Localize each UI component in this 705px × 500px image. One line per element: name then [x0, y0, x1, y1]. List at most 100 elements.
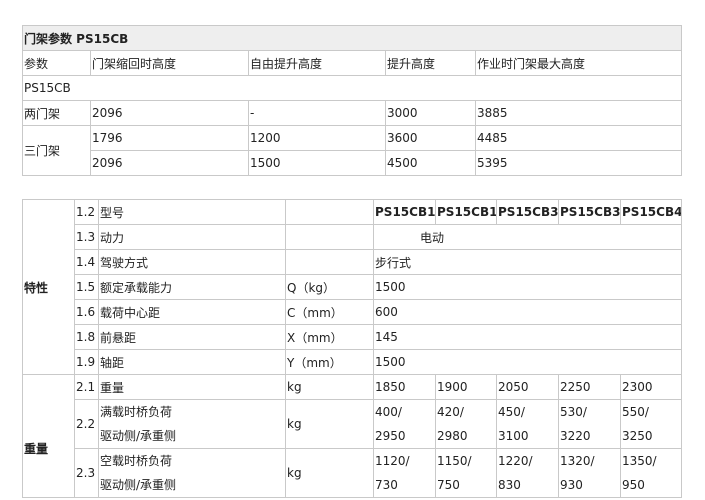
row-item-line: 满载时桥负荷	[100, 405, 173, 419]
cell-line: 950	[622, 478, 645, 492]
cell-line: 930	[560, 478, 583, 492]
row-value: 1500	[373, 274, 682, 300]
cell-line: 3100	[498, 429, 529, 443]
row-unit: kg	[285, 448, 374, 498]
table-cell: 2050	[496, 374, 559, 400]
table-row: 两门架 2096 - 3000 3885	[22, 100, 683, 126]
cell-line: 750	[437, 478, 460, 492]
table-cell: 420/2980	[435, 399, 497, 449]
table-row: 2.3 空载时桥负荷 驱动侧/承重侧 kg 1120/730 1150/750 …	[23, 448, 682, 498]
table-cell: 4500	[385, 150, 476, 176]
model-row: PS15CB	[21, 75, 683, 101]
table-cell: 1796	[90, 125, 249, 151]
group-label-features: 特性	[22, 199, 75, 375]
cell-line: 1350/	[622, 454, 657, 468]
table-cell: 1320/930	[558, 448, 621, 498]
cell-line: 1220/	[498, 454, 533, 468]
cell-line: 530/	[560, 405, 587, 419]
cell-line: 1320/	[560, 454, 595, 468]
table-row: 特性 1.2 型号 PS15CB16 PS15CB18 PS15CB30 PS1…	[22, 199, 682, 375]
row-number: 1.4	[74, 249, 99, 275]
model-cell: PS15CB	[21, 75, 683, 101]
row-value: 步行式	[373, 249, 682, 275]
table-cell: 2096	[90, 100, 249, 126]
table-cell: 4485	[474, 125, 683, 151]
row-value: 1500	[373, 349, 682, 375]
cell-line: 3220	[560, 429, 591, 443]
row-item: 前悬距	[98, 324, 286, 350]
table-row: 1.9 轴距 Y（mm） 1500	[23, 349, 682, 375]
cell-line: 2950	[375, 429, 406, 443]
row-number: 1.2	[74, 199, 99, 225]
row-item: 轴距	[98, 349, 286, 375]
table-cell: 530/3220	[558, 399, 621, 449]
table-cell: 3600	[385, 125, 476, 151]
table-row: 1.8 前悬距 X（mm） 145	[23, 324, 682, 350]
row-number: 1.6	[74, 299, 99, 325]
table-cell: 1900	[435, 374, 497, 400]
header-row: 参数 门架缩回时高度 自由提升高度 提升高度 作业时门架最大高度	[22, 50, 683, 76]
cell-line: 830	[498, 478, 521, 492]
cell-line: 400/	[375, 405, 402, 419]
table-row: 1.4 驾驶方式 步行式	[23, 249, 682, 275]
table-title-row: 门架参数 PS15CB	[21, 25, 683, 51]
model-header: PS15CB16	[373, 199, 436, 225]
group-label-weight: 重量	[22, 374, 75, 498]
table-cell: 2096	[90, 150, 249, 176]
table-cell: 450/3100	[496, 399, 559, 449]
cell-line: 550/	[622, 405, 649, 419]
table-row: 1.6 载荷中心距 C（mm） 600	[23, 299, 682, 325]
row-number: 1.8	[74, 324, 99, 350]
cell-line: 730	[375, 478, 398, 492]
row-item-line: 空载时桥负荷	[100, 454, 173, 468]
row-item: 额定承载能力	[98, 274, 286, 300]
row-value: 电动	[373, 224, 682, 250]
row-item: 动力	[98, 224, 286, 250]
table-cell: 3000	[385, 100, 476, 126]
cell-line: 420/	[437, 405, 464, 419]
table-title: 门架参数 PS15CB	[21, 25, 683, 51]
table-cell: 1350/950	[620, 448, 682, 498]
table-cell: 2250	[558, 374, 621, 400]
row-unit	[285, 249, 374, 275]
row-item-line: 驱动侧/承重侧	[100, 478, 177, 492]
table-cell: 1850	[373, 374, 436, 400]
model-header: PS15CB45	[620, 199, 682, 225]
table-cell: 5395	[474, 150, 683, 176]
table-cell: 550/3250	[620, 399, 682, 449]
row-item: 驾驶方式	[98, 249, 286, 275]
row-label: 三门架	[22, 125, 91, 176]
table-cell: 3885	[474, 100, 683, 126]
cell-line: 1120/	[375, 454, 410, 468]
row-item: 空载时桥负荷 驱动侧/承重侧	[98, 448, 286, 498]
row-number: 2.2	[74, 399, 99, 449]
row-value: 600	[373, 299, 682, 325]
table-row: 1.5 额定承载能力 Q（kg） 1500	[23, 274, 682, 300]
row-unit: X（mm）	[285, 324, 374, 350]
table-row: 2.2 满载时桥负荷 驱动侧/承重侧 kg 400/2950 420/2980 …	[23, 399, 682, 449]
row-item: 重量	[98, 374, 286, 400]
row-item: 载荷中心距	[98, 299, 286, 325]
row-item: 满载时桥负荷 驱动侧/承重侧	[98, 399, 286, 449]
table-cell: 1150/750	[435, 448, 497, 498]
row-number: 1.5	[74, 274, 99, 300]
table-row: 2096 1500 4500 5395	[23, 150, 683, 176]
table-row: 三门架 1796 1200 3600 4485	[22, 125, 683, 176]
row-number: 1.9	[74, 349, 99, 375]
model-header: PS15CB30	[496, 199, 559, 225]
row-number: 2.3	[74, 448, 99, 498]
header-cell: 作业时门架最大高度	[474, 50, 683, 76]
cell-line: 1150/	[437, 454, 472, 468]
header-cell: 参数	[22, 50, 91, 76]
header-cell: 提升高度	[385, 50, 476, 76]
row-unit	[285, 199, 374, 225]
row-number: 2.1	[74, 374, 99, 400]
table-cell: 1200	[248, 125, 386, 151]
header-cell: 自由提升高度	[248, 50, 386, 76]
table-cell: -	[248, 100, 386, 126]
row-value: 145	[373, 324, 682, 350]
row-unit: C（mm）	[285, 299, 374, 325]
row-unit: kg	[285, 399, 374, 449]
row-item: 型号	[98, 199, 286, 225]
header-cell: 门架缩回时高度	[90, 50, 249, 76]
